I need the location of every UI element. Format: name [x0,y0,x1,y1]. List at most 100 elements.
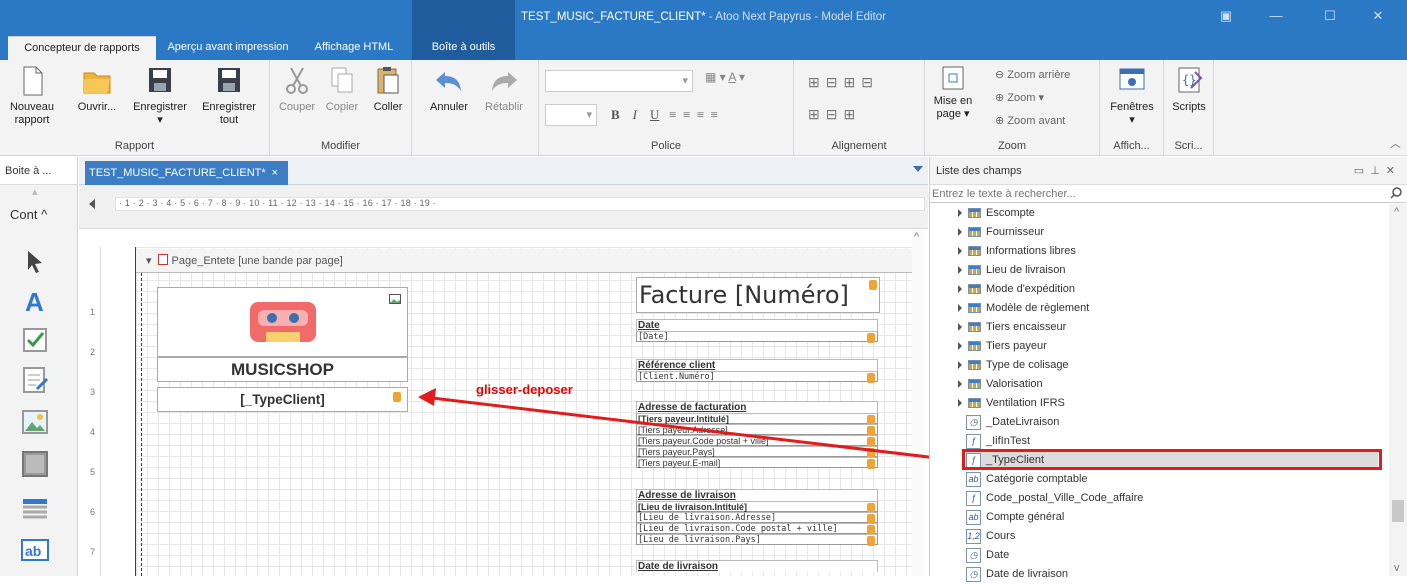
expand-icon[interactable] [958,380,962,389]
search-icon[interactable] [1389,186,1403,200]
zoom-button[interactable]: ⊕ Zoom ▾ [995,91,1044,104]
expand-icon[interactable] [958,285,962,294]
minimize-button[interactable]: — [1266,8,1286,26]
band-header[interactable]: ▾ Page_Entete [une bande par page] [136,249,916,273]
billing-row[interactable]: [Tiers payeur.Intitulé] [636,413,878,425]
zoom-in-button[interactable]: ⊕ Zoom avant [995,114,1065,127]
delivery-row[interactable]: [Lieu de livraison.Adresse] [636,512,878,524]
tab-boite-outils[interactable]: Boîte à outils [412,36,515,60]
italic-button[interactable]: I [633,107,637,122]
textbox-tool-icon[interactable]: ab [20,535,50,565]
typeclient-field[interactable]: [_TypeClient] [157,387,408,412]
zoom-out-button[interactable]: ⊖ Zoom arrière [995,68,1070,81]
label-tool-icon[interactable]: A [20,285,50,315]
billing-row[interactable]: [Tiers payeur.Pays] [636,446,878,458]
align-icons-row1[interactable]: ⊞⊟⊞⊟ [808,74,879,91]
expand-icon[interactable] [958,323,962,332]
close-tab-icon[interactable]: × [272,161,278,185]
maximize-button[interactable]: ☐ [1320,8,1340,26]
window-options-icon[interactable]: ▣ [1216,8,1236,26]
designer-scrollbar[interactable]: ^ [912,229,924,576]
tab-affichage-html[interactable]: Affichage HTML [298,36,410,60]
field-list-item[interactable]: ◷ Date de livraison [966,565,1378,584]
scroll-up-icon[interactable]: ▴ [32,185,38,198]
invoice-title[interactable]: Facture [Numéro] [636,277,880,313]
expand-icon[interactable] [958,304,962,313]
reference-block[interactable]: Référence client [Client.Numéro] [636,359,878,383]
underline-button[interactable]: U [650,107,659,122]
date-block[interactable]: Date [Date] [636,319,878,343]
table-tool-icon[interactable] [20,493,50,523]
align-icons-row2[interactable]: ⊞⊟⊞ [808,106,861,123]
billing-row[interactable]: [Tiers payeur.Code postal + ville] [636,435,878,447]
expand-icon[interactable] [958,342,962,351]
billing-row[interactable]: [Tiers payeur.Adresse] [636,424,878,436]
field-list-item[interactable]: Valorisation [958,375,1378,394]
page-setup-button[interactable]: Mise en page ▾ [931,64,975,121]
tab-dropdown-icon[interactable] [913,166,923,172]
collapse-ribbon-icon[interactable]: ︿ [1390,135,1401,151]
scroll-up-icon[interactable]: ^ [914,231,919,243]
open-button[interactable]: Ouvrir... [70,64,124,114]
richtext-tool-icon[interactable] [20,365,50,395]
billing-address-block[interactable]: Adresse de facturation [Tiers payeur.Int… [636,401,878,469]
field-list-item[interactable]: Fournisseur [958,223,1378,242]
field-list-item[interactable]: ƒ Code_postal_Ville_Code_affaire [966,489,1378,508]
field-list-item[interactable]: ◷ Date [966,546,1378,565]
checkbox-tool-icon[interactable] [20,325,50,355]
ref-field[interactable]: [Client.Numéro] [636,371,878,383]
field-list-item[interactable]: Mode d'expédition [958,280,1378,299]
field-list-item[interactable]: Tiers payeur [958,337,1378,356]
scripts-button[interactable]: {} Scripts [1168,64,1210,114]
scroll-down-icon[interactable]: v [1394,562,1400,574]
font-size-select[interactable]: ▾ [545,104,597,126]
field-list-scrollbar[interactable]: ^ v [1389,204,1407,576]
expand-icon[interactable] [958,228,962,237]
scroll-up-icon[interactable]: ^ [1394,206,1399,218]
expand-icon[interactable] [958,399,962,408]
expand-icon[interactable] [958,361,962,370]
font-family-select[interactable]: ▾ [545,70,693,92]
picture-tool-icon[interactable] [20,407,50,437]
panel-tool-icon[interactable] [20,449,50,479]
field-tree[interactable]: Escompte Fournisseur Informations libres Li… [930,204,1388,582]
report-designer[interactable]: · 1 · 2 · 3 · 4 · 5 · 6 · 7 · 8 · 9 · 10… [79,185,928,576]
tab-concepteur[interactable]: Concepteur de rapports [8,36,156,60]
design-surface[interactable]: ▾ Page_Entete [une bande par page] MUSICS… [135,247,916,576]
field-list-item[interactable]: Informations libres [958,242,1378,261]
field-list-item[interactable]: Ventilation IFRS [958,394,1378,413]
collapse-band-icon[interactable]: ▾ [146,255,152,267]
billing-row[interactable]: [Tiers payeur.E-mail] [636,457,878,469]
field-list-item[interactable]: Tiers encaisseur [958,318,1378,337]
pointer-tool-icon[interactable] [20,247,50,277]
scroll-thumb[interactable] [1392,500,1404,522]
delivery-row[interactable]: [Lieu de livraison.Intitulé] [636,501,878,513]
save-all-button[interactable]: Enregistrer tout [196,64,262,127]
paste-button[interactable]: Coller [368,64,408,114]
panel-window-icons[interactable]: ▭⊥✕ [1354,157,1401,185]
cut-button[interactable]: Couper [276,64,318,114]
logo-picture-box[interactable] [157,287,408,357]
field-search-input[interactable] [930,185,1406,203]
document-tab[interactable]: TEST_MUSIC_FACTURE_CLIENT* × [85,161,288,185]
field-list-item[interactable]: Type de colisage [958,356,1378,375]
expand-icon[interactable] [958,247,962,256]
delivery-address-block[interactable]: Adresse de livraison [Lieu de livraison.… [636,489,878,546]
field-list-item[interactable]: Lieu de livraison [958,261,1378,280]
tab-apercu[interactable]: Aperçu avant impression [160,36,296,60]
new-report-button[interactable]: Nouveau rapport [6,64,58,127]
field-list-item[interactable]: ◷ _DateLivraison [966,413,1378,432]
copy-button[interactable]: Copier [322,64,362,114]
save-button[interactable]: Enregistrer ▾ [130,64,190,127]
format-buttons[interactable]: B I U ≡ ≡ ≡ ≡ [611,107,718,123]
brand-label[interactable]: MUSICSHOP [157,357,408,382]
delivery-row[interactable]: [Lieu de livraison.Code postal + ville] [636,523,878,535]
toolbox-section-header[interactable]: Cont ^ [10,207,47,222]
font-color-icons[interactable]: ▦ ▾ A ▾ [705,70,745,84]
delivery-row[interactable]: [Lieu de livraison.Pays] [636,534,878,546]
expand-icon[interactable] [958,209,962,218]
date-field[interactable]: [Date] [636,331,878,343]
field-list-item[interactable]: 1,2 Cours [966,527,1378,546]
undo-button[interactable]: Annuler [424,64,474,114]
ruler-left-arrow-icon[interactable] [89,199,95,209]
